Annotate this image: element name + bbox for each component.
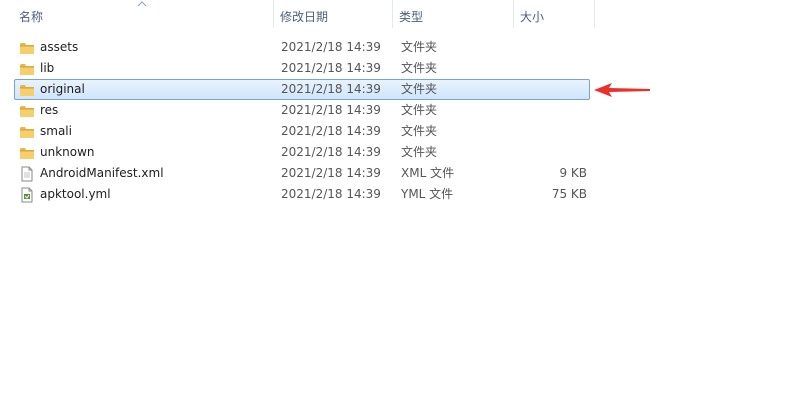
file-size [515, 101, 587, 120]
file-date: 2021/2/18 14:39 [281, 61, 381, 75]
file-name: unknown [40, 145, 95, 159]
file-name: original [40, 82, 85, 96]
folder-icon [19, 103, 35, 119]
file-name: smali [40, 124, 72, 138]
file-name: res [40, 103, 59, 117]
file-type: YML 文件 [401, 187, 454, 201]
file-size: 75 KB [551, 187, 587, 201]
file-name: assets [40, 40, 79, 54]
folder-icon [19, 124, 35, 140]
file-row-androidmanifest-xml[interactable]: AndroidManifest.xml 2021/2/18 14:39 XML 文件… [14, 163, 590, 184]
folder-icon [19, 40, 35, 56]
file-row-original[interactable]: original 2021/2/18 14:39 文件夹 [14, 79, 590, 100]
file-type: 文件夹 [401, 40, 438, 54]
red-arrow-icon [594, 83, 650, 97]
file-type: 文件夹 [401, 82, 438, 96]
file-row-assets[interactable]: assets 2021/2/18 14:39 文件夹 [14, 37, 590, 58]
xml-file-icon [19, 166, 35, 182]
column-header-type[interactable]: 类型 [393, 0, 513, 28]
file-date: 2021/2/18 14:39 [281, 145, 381, 159]
file-date: 2021/2/18 14:39 [281, 166, 381, 180]
yml-file-icon [19, 187, 35, 203]
file-name: apktool.yml [40, 187, 111, 201]
file-name: AndroidManifest.xml [40, 166, 164, 180]
file-size [515, 59, 587, 78]
folder-icon [19, 82, 35, 98]
file-name: lib [40, 61, 55, 75]
file-size [515, 122, 587, 141]
file-row-unknown[interactable]: unknown 2021/2/18 14:39 文件夹 [14, 142, 590, 163]
file-date: 2021/2/18 14:39 [281, 103, 381, 117]
file-type: 文件夹 [401, 124, 438, 138]
file-date: 2021/2/18 14:39 [281, 40, 381, 54]
column-header-date[interactable]: 修改日期 [274, 0, 392, 28]
file-date: 2021/2/18 14:39 [281, 187, 381, 201]
file-type: 文件夹 [401, 145, 438, 159]
column-divider[interactable] [594, 0, 595, 28]
file-type: 文件夹 [401, 103, 438, 117]
file-date: 2021/2/18 14:39 [281, 82, 381, 96]
folder-icon [19, 145, 35, 161]
folder-icon [19, 61, 35, 77]
column-header-bar: 名称 修改日期 类型 大小 [0, 0, 807, 28]
file-size [515, 143, 587, 162]
file-row-res[interactable]: res 2021/2/18 14:39 文件夹 [14, 100, 590, 121]
file-size [515, 80, 587, 99]
file-size: 9 KB [559, 166, 587, 180]
file-row-lib[interactable]: lib 2021/2/18 14:39 文件夹 [14, 58, 590, 79]
file-type: XML 文件 [401, 166, 455, 180]
file-type: 文件夹 [401, 61, 438, 75]
file-row-apktool-yml[interactable]: apktool.yml 2021/2/18 14:39 YML 文件 75 KB [14, 184, 590, 205]
sort-ascending-icon [137, 1, 147, 7]
column-header-size[interactable]: 大小 [514, 0, 594, 28]
file-row-smali[interactable]: smali 2021/2/18 14:39 文件夹 [14, 121, 590, 142]
file-size [515, 38, 587, 57]
file-date: 2021/2/18 14:39 [281, 124, 381, 138]
